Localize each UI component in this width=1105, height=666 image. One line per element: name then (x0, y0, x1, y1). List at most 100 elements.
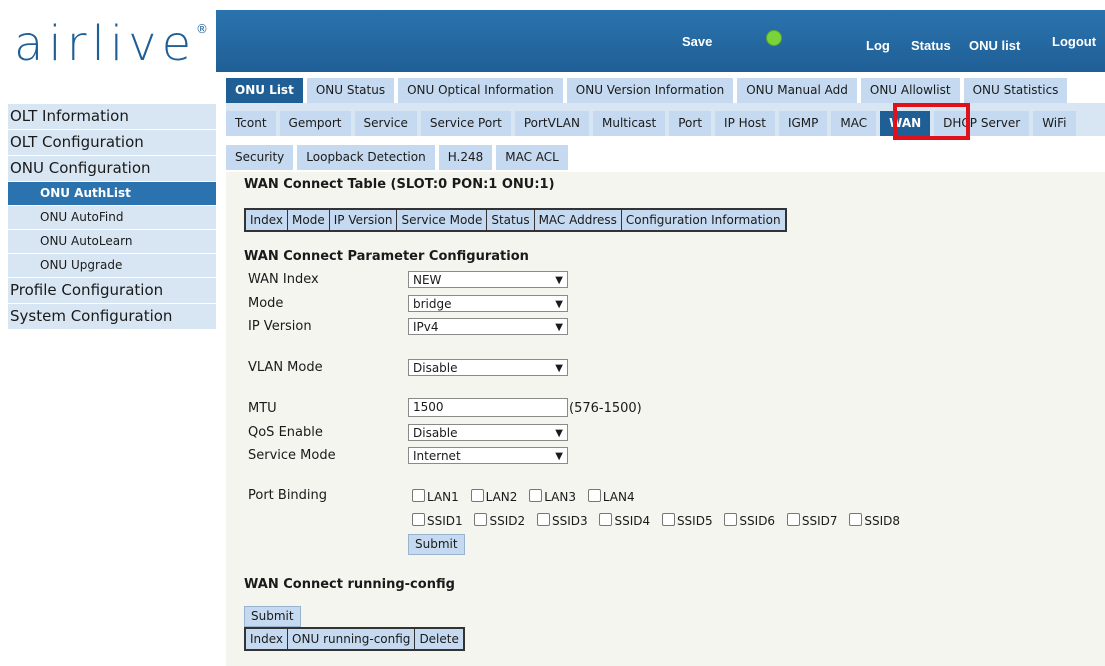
checkbox[interactable] (412, 513, 425, 526)
tab-onu-statistics[interactable]: ONU Statistics (963, 78, 1068, 103)
submit-running-button[interactable]: Submit (244, 606, 301, 627)
col-onu-running-config: ONU running-config (287, 627, 416, 651)
lan2-option[interactable]: LAN2 (470, 489, 518, 504)
ip-version-select[interactable]: IPv4 ▼ (408, 318, 568, 335)
wan-index-label: WAN Index (248, 272, 319, 287)
tab-onu-allowlist[interactable]: ONU Allowlist (860, 78, 960, 103)
col-mode: Mode (287, 208, 330, 232)
log-link[interactable]: Log (866, 38, 890, 53)
tab-mac-acl[interactable]: MAC ACL (496, 145, 568, 170)
ssid1-label: SSID1 (427, 514, 463, 528)
tab-mac[interactable]: MAC (831, 111, 877, 136)
nav-onu-autofind[interactable]: ONU AutoFind (8, 206, 216, 230)
tab-gemport[interactable]: Gemport (279, 111, 351, 136)
tab-loopback-detection[interactable]: Loopback Detection (297, 145, 435, 170)
main-content: WAN Connect Table (SLOT:0 PON:1 ONU:1) I… (226, 172, 1105, 666)
ssid4-option[interactable]: SSID4 (599, 513, 650, 528)
checkbox[interactable] (474, 513, 488, 526)
onu-list-link[interactable]: ONU list (969, 38, 1020, 53)
tab-onu-status[interactable]: ONU Status (306, 78, 395, 103)
ssid2-option[interactable]: SSID2 (474, 513, 526, 528)
logo-text: airlive (14, 16, 197, 72)
col-delete: Delete (414, 627, 465, 651)
col-mac-address: MAC Address (533, 208, 622, 232)
tab-security[interactable]: Security (226, 145, 294, 170)
lan2-label: LAN2 (485, 490, 518, 504)
lan4-label: LAN4 (602, 490, 635, 504)
service-mode-label: Service Mode (248, 448, 336, 463)
top-header-bar: Save Log Status ONU list Logout (216, 10, 1105, 72)
nav-system-configuration[interactable]: System Configuration (8, 304, 216, 330)
lan-checkbox-group: LAN1 LAN2 LAN3 LAN4 (412, 489, 643, 504)
ssid5-option[interactable]: SSID5 (661, 513, 713, 528)
qos-value: Disable (413, 426, 458, 440)
tab-service[interactable]: Service (354, 111, 417, 136)
tab-onu-version-information[interactable]: ONU Version Information (566, 78, 734, 103)
tab-port[interactable]: Port (669, 111, 712, 136)
tab-wifi[interactable]: WiFi (1033, 111, 1076, 136)
col-configuration-information: Configuration Information (620, 208, 787, 232)
nav-onu-upgrade[interactable]: ONU Upgrade (8, 254, 216, 278)
wan-index-value: NEW (413, 273, 442, 287)
submit-param-button[interactable]: Submit (408, 534, 465, 555)
tab-ip-host[interactable]: IP Host (715, 111, 775, 136)
checkbox[interactable] (529, 489, 543, 502)
nav-onu-configuration[interactable]: ONU Configuration (8, 156, 216, 182)
nav-profile-configuration[interactable]: Profile Configuration (8, 278, 216, 304)
ssid6-option[interactable]: SSID6 (724, 513, 776, 528)
tab-tcont[interactable]: Tcont (226, 111, 276, 136)
vlan-mode-select[interactable]: Disable ▼ (408, 359, 568, 376)
mtu-input[interactable]: 1500 (408, 398, 568, 417)
nav-olt-information[interactable]: OLT Information (8, 104, 216, 130)
qos-enable-select[interactable]: Disable ▼ (408, 424, 568, 441)
nav-onu-authlist[interactable]: ONU AuthList (8, 182, 216, 206)
tab-onu-list[interactable]: ONU List (226, 78, 303, 103)
ssid6-label: SSID6 (739, 514, 776, 528)
checkbox[interactable] (599, 513, 613, 526)
sidebar-nav: OLT Information OLT Configuration ONU Co… (8, 104, 216, 330)
wan-connect-table: Index Mode IP Version Service Mode Statu… (244, 208, 787, 232)
mode-select[interactable]: bridge ▼ (408, 295, 568, 312)
lan4-option[interactable]: LAN4 (587, 489, 635, 504)
checkbox[interactable] (587, 489, 601, 502)
service-mode-value: Internet (413, 449, 461, 463)
ssid8-option[interactable]: SSID8 (849, 513, 901, 528)
ssid2-label: SSID2 (489, 514, 526, 528)
lan3-option[interactable]: LAN3 (529, 489, 576, 504)
service-mode-select[interactable]: Internet ▼ (408, 447, 568, 464)
checkbox[interactable] (470, 489, 484, 502)
checkbox[interactable] (412, 489, 425, 502)
ssid1-option[interactable]: SSID1 (412, 513, 463, 528)
checkbox[interactable] (786, 513, 800, 526)
wan-index-select[interactable]: NEW ▼ (408, 271, 568, 288)
tab-service-port[interactable]: Service Port (420, 111, 511, 136)
tab-row-3: Security Loopback Detection H.248 MAC AC… (226, 145, 568, 170)
checkbox[interactable] (849, 513, 863, 526)
ssid7-label: SSID7 (801, 514, 838, 528)
running-config-title: WAN Connect running-config (244, 577, 455, 592)
checkbox[interactable] (724, 513, 738, 526)
lan1-option[interactable]: LAN1 (412, 489, 459, 504)
ssid7-option[interactable]: SSID7 (786, 513, 838, 528)
tab-onu-optical-information[interactable]: ONU Optical Information (398, 78, 563, 103)
wan-tab-highlight-box (893, 103, 970, 140)
checkbox[interactable] (661, 513, 675, 526)
ssid3-option[interactable]: SSID3 (536, 513, 588, 528)
mode-value: bridge (413, 297, 452, 311)
chevron-down-icon: ▼ (555, 363, 563, 374)
tab-multicast[interactable]: Multicast (592, 111, 666, 136)
tab-igmp[interactable]: IGMP (778, 111, 828, 136)
logout-link[interactable]: Logout (1052, 34, 1096, 49)
nav-onu-autolearn[interactable]: ONU AutoLearn (8, 230, 216, 254)
tab-onu-manual-add[interactable]: ONU Manual Add (737, 78, 857, 103)
tab-row-1: ONU List ONU Status ONU Optical Informat… (226, 78, 1068, 103)
tab-h248[interactable]: H.248 (438, 145, 493, 170)
qos-enable-label: QoS Enable (248, 425, 323, 440)
mtu-label: MTU (248, 401, 277, 416)
status-link[interactable]: Status (911, 38, 951, 53)
checkbox[interactable] (536, 513, 550, 526)
ssid8-label: SSID8 (864, 514, 901, 528)
nav-olt-configuration[interactable]: OLT Configuration (8, 130, 216, 156)
tab-portvlan[interactable]: PortVLAN (514, 111, 589, 136)
save-link[interactable]: Save (682, 34, 712, 49)
